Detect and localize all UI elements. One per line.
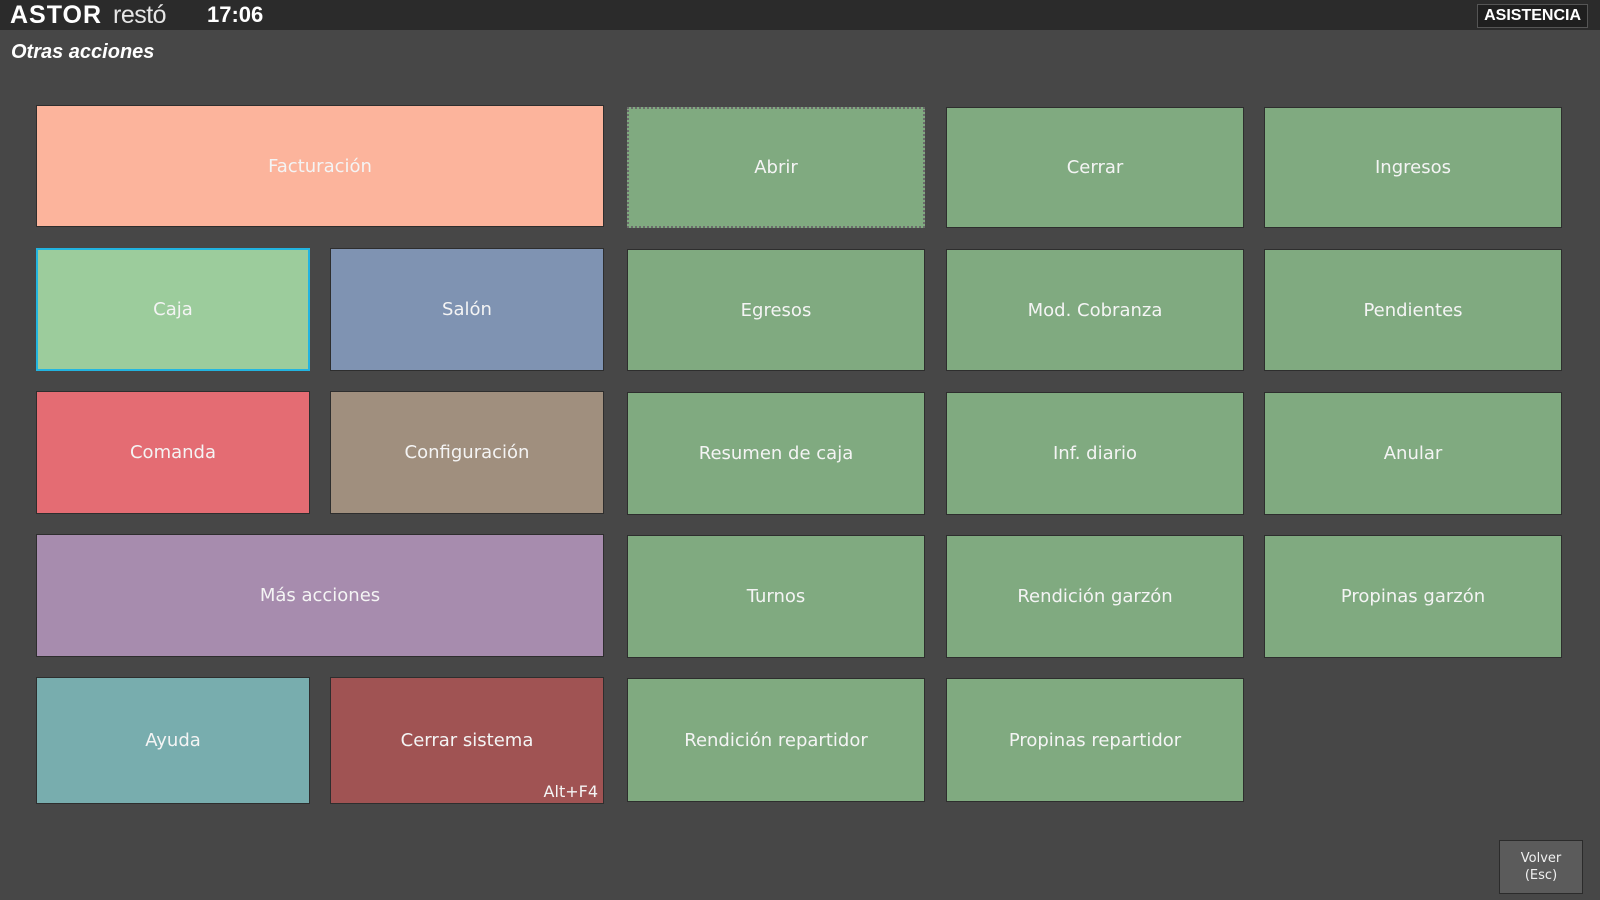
anular-button[interactable]: Anular bbox=[1264, 392, 1562, 515]
caja-button[interactable]: Caja bbox=[36, 248, 310, 371]
top-bar: ASTOR restó 17:06 ASISTENCIA bbox=[0, 0, 1600, 30]
comanda-label: Comanda bbox=[129, 442, 216, 463]
rendicion-repartidor-button[interactable]: Rendición repartidor bbox=[627, 678, 925, 802]
turnos-button[interactable]: Turnos bbox=[627, 535, 925, 658]
propinas-garzon-button[interactable]: Propinas garzón bbox=[1264, 535, 1562, 658]
cerrar-caja-button[interactable]: Cerrar bbox=[946, 107, 1244, 228]
volver-shortcut: (Esc) bbox=[1524, 868, 1558, 883]
salon-button[interactable]: Salón bbox=[330, 248, 604, 371]
app-logo-sub: restó bbox=[113, 1, 167, 29]
resumen-de-caja-button[interactable]: Resumen de caja bbox=[627, 392, 925, 515]
rendicion-garzon-button[interactable]: Rendición garzón bbox=[946, 535, 1244, 658]
pendientes-button[interactable]: Pendientes bbox=[1264, 249, 1562, 371]
abrir-caja-button[interactable]: Abrir bbox=[627, 107, 925, 228]
propinas-repartidor-button[interactable]: Propinas repartidor bbox=[946, 678, 1244, 802]
ayuda-label: Ayuda bbox=[145, 730, 201, 751]
mas-acciones-label: Más acciones bbox=[259, 585, 381, 606]
volver-button[interactable]: Volver (Esc) bbox=[1499, 840, 1583, 894]
mod-cobranza-button[interactable]: Mod. Cobranza bbox=[946, 249, 1244, 371]
facturacion-button[interactable]: Facturación bbox=[36, 105, 604, 227]
action-label: Propinas garzón bbox=[1340, 586, 1486, 607]
comanda-button[interactable]: Comanda bbox=[36, 391, 310, 514]
action-label: Cerrar bbox=[1066, 157, 1124, 178]
ingresos-button[interactable]: Ingresos bbox=[1264, 107, 1562, 228]
action-label: Abrir bbox=[754, 157, 798, 178]
caja-label: Caja bbox=[153, 299, 193, 320]
mas-acciones-button[interactable]: Más acciones bbox=[36, 534, 604, 657]
action-label: Mod. Cobranza bbox=[1027, 299, 1163, 321]
action-label: Anular bbox=[1383, 443, 1443, 464]
facturacion-label: Facturación bbox=[268, 155, 372, 177]
action-label: Turnos bbox=[746, 586, 806, 607]
action-label: Resumen de caja bbox=[698, 443, 854, 464]
action-label: Inf. diario bbox=[1052, 443, 1138, 464]
cerrar-sistema-label: Cerrar sistema bbox=[400, 730, 534, 751]
shortcut-hint: Alt+F4 bbox=[543, 782, 598, 801]
configuracion-label: Configuración bbox=[404, 442, 530, 463]
egresos-button[interactable]: Egresos bbox=[627, 249, 925, 371]
action-label: Pendientes bbox=[1363, 299, 1463, 321]
inf-diario-button[interactable]: Inf. diario bbox=[946, 392, 1244, 515]
action-label: Rendición repartidor bbox=[684, 729, 868, 751]
volver-label: Volver bbox=[1520, 851, 1562, 866]
configuracion-button[interactable]: Configuración bbox=[330, 391, 604, 514]
app-logo: ASTOR bbox=[10, 1, 103, 29]
action-label: Ingresos bbox=[1375, 157, 1451, 178]
clock: 17:06 bbox=[207, 2, 264, 27]
page-title: Otras acciones bbox=[11, 41, 155, 63]
cerrar-sistema-button[interactable]: Cerrar sistema Alt+F4 bbox=[330, 677, 604, 804]
salon-label: Salón bbox=[442, 299, 492, 320]
action-label: Rendición garzón bbox=[1017, 586, 1173, 607]
asistencia-button[interactable]: ASISTENCIA bbox=[1477, 4, 1588, 28]
ayuda-button[interactable]: Ayuda bbox=[36, 677, 310, 804]
action-label: Egresos bbox=[740, 299, 812, 321]
action-label: Propinas repartidor bbox=[1008, 729, 1182, 751]
